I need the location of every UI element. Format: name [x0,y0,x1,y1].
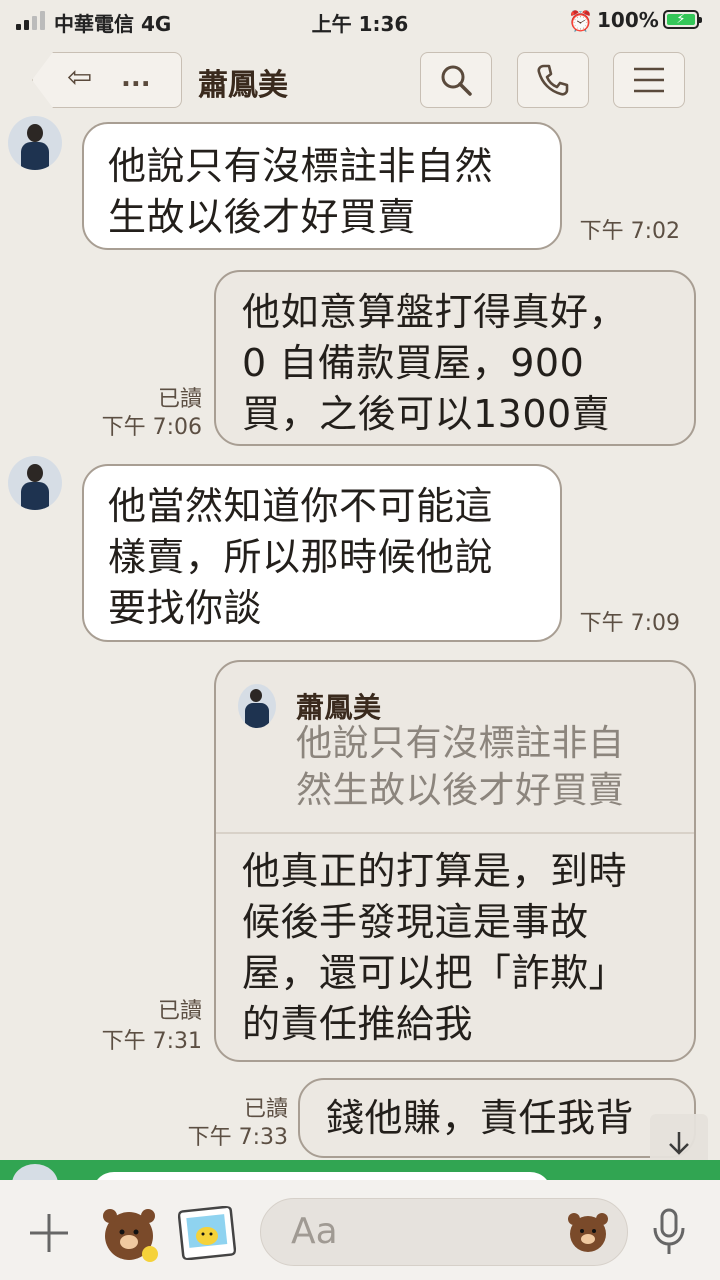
chat-header: ⇦ ... 蕭鳳美 [0,40,720,120]
back-arrow-icon: ⇦ [67,60,93,95]
message-time: 下午 7:02 [579,219,680,244]
read-receipt: 已讀 [157,999,202,1024]
message-text: 他當然知道你不可能這 樣賣，所以那時候他說 要找你談 [108,484,494,630]
alarm-clock-icon: ⏰ [568,9,593,33]
read-receipt: 已讀 [243,1097,288,1122]
message-text: 他真正的打算是，到時 候後手發現這是事故 屋，還可以把「詐欺」 的責任推給我 [242,849,628,1046]
reply-quoted-text: 他說只有沒標註非自 然生故以後才好買賣 [296,723,625,811]
reply-quote[interactable]: 蕭鳳美 他說只有沒標註非自 然生故以後才好買賣 [216,662,694,834]
message-text: 他如意算盤打得真好， 0 自備款買屋，900 買，之後可以1300賣 [242,290,628,436]
status-bar: 中華電信 4G 上午 1:36 ⏰ 100% ⚡ [0,0,720,40]
scroll-down-icon [669,1132,689,1155]
search-icon [441,65,472,96]
battery-percent: 100% [597,8,659,32]
search-button[interactable] [420,52,492,108]
microphone-icon[interactable] [652,1208,686,1256]
message-time: 下午 7:06 [101,415,202,440]
contact-avatar[interactable] [8,456,62,510]
plus-icon[interactable] [28,1212,70,1254]
battery-icon: ⚡ [663,10,702,29]
message-bubble-incoming[interactable]: 他當然知道你不可能這 樣賣，所以那時候他說 要找你談 [82,464,562,642]
message-bubble-outgoing[interactable]: 他如意算盤打得真好， 0 自備款買屋，900 買，之後可以1300賣 [214,270,696,446]
message-input-placeholder: Aa [291,1211,338,1252]
input-bar: Aa [0,1180,720,1280]
message-time: 下午 7:33 [187,1125,288,1150]
message-time: 下午 7:09 [579,611,680,636]
photo-sticker-icon[interactable] [178,1206,236,1260]
message-bubble-incoming[interactable]: 他說只有沒標註非自然 生故以後才好買賣 [82,122,562,250]
message-time: 下午 7:31 [101,1029,202,1054]
contact-avatar[interactable] [8,116,62,170]
message-bubble-outgoing[interactable]: 錢他賺，責任我背 [298,1078,696,1158]
menu-button[interactable] [613,52,685,108]
back-label: ... [121,63,151,93]
back-button[interactable]: ⇦ ... [32,52,182,108]
message-bubble-outgoing-reply[interactable]: 蕭鳳美 他說只有沒標註非自 然生故以後才好買賣 他真正的打算是，到時 候後手發現… [214,660,696,1062]
menu-icon [634,67,664,93]
call-button[interactable] [517,52,589,108]
phone-icon [537,64,569,96]
emoji-icon[interactable] [565,1209,611,1255]
brown-bear-sticker-icon[interactable] [96,1200,162,1266]
read-receipt: 已讀 [157,387,202,412]
message-text: 他說只有沒標註非自然 生故以後才好買賣 [108,144,494,239]
chat-title: 蕭鳳美 [198,68,288,103]
message-input[interactable]: Aa [260,1198,628,1266]
message-text: 錢他賺，責任我背 [326,1096,635,1140]
reply-avatar [238,684,276,728]
